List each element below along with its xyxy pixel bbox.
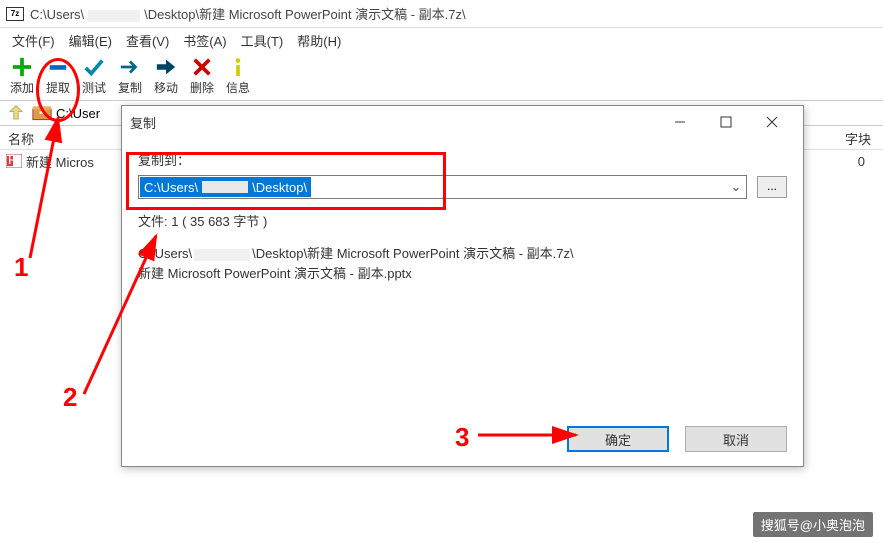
- arrow-right-icon: [119, 56, 141, 78]
- column-size[interactable]: 字块: [823, 126, 883, 149]
- move-button[interactable]: 移动: [148, 53, 184, 99]
- copy-dialog: 复制 复制到： C:\Users\\Desktop\ ⌄ ... 文件: 1 (…: [121, 105, 804, 467]
- dialog-title-bar: 复制: [122, 106, 803, 138]
- ok-button[interactable]: 确定: [567, 426, 669, 452]
- redacted-username: [88, 10, 140, 22]
- window-title-path: C:\Users\\Desktop\新建 Microsoft PowerPoin…: [30, 4, 466, 23]
- title-bar: 7z C:\Users\\Desktop\新建 Microsoft PowerP…: [0, 0, 883, 28]
- toolbar: 添加 提取 测试 复制 移动 删除 信息: [0, 52, 883, 100]
- address-path[interactable]: C:\User: [56, 106, 100, 121]
- menu-help[interactable]: 帮助(H): [291, 29, 347, 52]
- copy-button[interactable]: 复制: [112, 53, 148, 99]
- source-paths: C:\Users\\Desktop\新建 Microsoft PowerPoin…: [138, 244, 787, 283]
- menu-bookmarks[interactable]: 书签(A): [177, 29, 232, 52]
- test-button[interactable]: 测试: [76, 53, 112, 99]
- watermark: 搜狐号@小奥泡泡: [753, 512, 873, 537]
- redacted-username: [194, 249, 250, 261]
- extract-button[interactable]: 提取: [40, 53, 76, 99]
- annotation-step-1: 1: [14, 252, 28, 283]
- dialog-buttons: 确定 取消: [122, 416, 803, 466]
- annotation-step-2: 2: [63, 382, 77, 413]
- info-icon: [227, 56, 249, 78]
- menu-view[interactable]: 查看(V): [120, 29, 175, 52]
- destination-path: C:\Users\\Desktop\: [140, 177, 311, 197]
- delete-button[interactable]: 删除: [184, 53, 220, 99]
- plus-icon: [11, 56, 33, 78]
- info-button[interactable]: 信息: [220, 53, 256, 99]
- menu-file[interactable]: 文件(F): [6, 29, 61, 52]
- minimize-button[interactable]: [657, 107, 703, 137]
- menu-tools[interactable]: 工具(T): [235, 29, 290, 52]
- maximize-button[interactable]: [703, 107, 749, 137]
- powerpoint-icon: P: [6, 154, 22, 168]
- app-icon: 7z: [6, 7, 24, 21]
- destination-combo[interactable]: C:\Users\\Desktop\ ⌄: [138, 175, 747, 199]
- dialog-body: 复制到： C:\Users\\Desktop\ ⌄ ... 文件: 1 ( 35…: [122, 138, 803, 416]
- cancel-button[interactable]: 取消: [685, 426, 787, 452]
- chevron-down-icon[interactable]: ⌄: [726, 179, 746, 195]
- close-button[interactable]: [749, 107, 795, 137]
- file-count-info: 文件: 1 ( 35 683 字节 ): [138, 211, 787, 230]
- destination-label: 复制到：: [138, 150, 787, 169]
- dialog-title: 复制: [130, 113, 657, 132]
- minus-icon: [47, 56, 69, 78]
- svg-text:P: P: [8, 154, 17, 167]
- x-icon: [191, 56, 213, 78]
- add-button[interactable]: 添加: [4, 53, 40, 99]
- browse-button[interactable]: ...: [757, 176, 787, 198]
- file-name: 新建 Micros: [26, 152, 94, 171]
- up-icon[interactable]: [0, 104, 32, 122]
- archive-icon: [32, 105, 52, 121]
- menu-bar: 文件(F) 编辑(E) 查看(V) 书签(A) 工具(T) 帮助(H): [0, 28, 883, 52]
- check-icon: [83, 56, 105, 78]
- file-size: 0: [858, 154, 877, 169]
- arrow-right-solid-icon: [155, 56, 177, 78]
- menu-edit[interactable]: 编辑(E): [63, 29, 118, 52]
- redacted-username: [202, 181, 248, 193]
